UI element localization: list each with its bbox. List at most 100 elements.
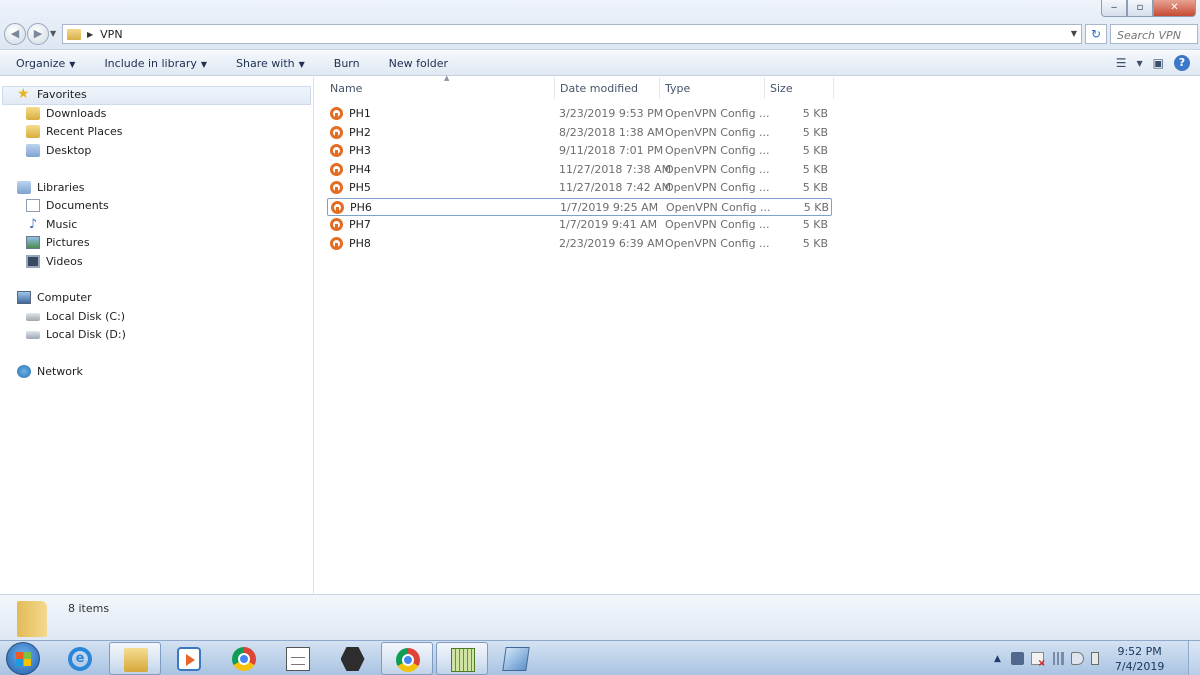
file-size: 5 KB [803, 200, 829, 214]
nav-local-disk-c[interactable]: Local Disk (C:) [26, 310, 125, 323]
address-bar[interactable]: ▶ VPN ▼ [62, 24, 1082, 44]
breadcrumb-arrow-icon[interactable]: ▶ [87, 30, 93, 39]
file-date-modified: 1/7/2019 9:25 AM [560, 200, 659, 214]
taskbar-nox-button[interactable] [327, 642, 379, 675]
folder-icon [17, 601, 47, 637]
file-row[interactable]: PH2 8/23/2018 1:38 AM OpenVPN Config ... 5 … [327, 124, 832, 142]
window-controls: ‒ ▫ ✕ [1101, 0, 1196, 17]
volume-icon[interactable] [1070, 652, 1084, 665]
taskbar-chrome-2-button[interactable] [381, 642, 433, 675]
file-row[interactable]: PH4 11/27/2018 7:38 AM OpenVPN Config ... 5… [327, 161, 832, 179]
documents-icon [26, 199, 40, 212]
nav-libraries[interactable]: Libraries [17, 181, 85, 194]
taskbar-notepad-button[interactable] [272, 642, 324, 675]
file-row[interactable]: PH8 2/23/2019 6:39 AM OpenVPN Config ... 5 … [327, 235, 832, 253]
taskbar-chrome-button[interactable] [218, 642, 270, 675]
file-type: OpenVPN Config ... [665, 107, 770, 120]
maximize-button[interactable]: ▫ [1127, 0, 1153, 17]
back-button[interactable]: ◀ [4, 23, 26, 45]
nav-favorites[interactable]: ★ Favorites [17, 87, 87, 101]
show-desktop-button[interactable] [1188, 641, 1200, 675]
back-arrow-icon: ◀ [10, 27, 20, 40]
caret-down-icon: ▼ [298, 59, 305, 69]
file-row[interactable]: PH1 3/23/2019 9:53 PM OpenVPN Config ... 5 … [327, 105, 832, 123]
sheet-app-icon [502, 647, 530, 671]
title-bar: ‒ ▫ ✕ ◀ ▶ ▼ ▶ VPN ▼ ↻ [0, 0, 1200, 50]
signal-icon[interactable] [1050, 652, 1064, 665]
taskbar-internet-explorer-button[interactable]: e [54, 642, 106, 675]
taskbar-media-player-button[interactable] [163, 642, 215, 675]
file-type: OpenVPN Config ... [665, 181, 770, 194]
file-row[interactable]: PH3 9/11/2018 7:01 PM OpenVPN Config ... 5 … [327, 142, 832, 160]
file-date-modified: 11/27/2018 7:42 AM [559, 181, 672, 194]
help-icon[interactable]: ? [1174, 55, 1190, 71]
file-row[interactable]: PH7 1/7/2019 9:41 AM OpenVPN Config ... 5 K… [327, 216, 832, 234]
nav-music[interactable]: ♪ Music [26, 218, 77, 231]
file-date-modified: 9/11/2018 7:01 PM [559, 144, 664, 157]
openvpn-config-icon [330, 218, 343, 231]
file-row[interactable]: PH6 1/7/2019 9:25 AM OpenVPN Config ... 5 K… [327, 197, 832, 216]
forward-button[interactable]: ▶ [27, 23, 49, 45]
start-button[interactable] [6, 642, 40, 675]
recent-places-icon [26, 125, 40, 138]
organize-button[interactable]: Organize ▼ [0, 57, 88, 70]
share-with-button[interactable]: Share with ▼ [220, 57, 318, 70]
column-header-name[interactable]: ▲ Name [324, 74, 555, 99]
nav-videos[interactable]: Videos [26, 255, 83, 268]
taskbar-sheet-app-button[interactable] [490, 642, 542, 675]
nav-documents[interactable]: Documents [26, 199, 109, 212]
nav-desktop[interactable]: Desktop [26, 144, 91, 157]
burn-button[interactable]: Burn [318, 57, 373, 70]
breadcrumb-vpn[interactable]: VPN [100, 28, 122, 41]
hard-disk-icon [26, 330, 40, 339]
nav-recent-places[interactable]: Recent Places [26, 125, 123, 138]
view-dropdown-icon[interactable]: ▼ [1137, 59, 1143, 68]
include-in-library-button[interactable]: Include in library ▼ [88, 57, 220, 70]
file-row[interactable]: PH5 11/27/2018 7:42 AM OpenVPN Config ... 5… [327, 179, 832, 197]
file-name: PH6 [350, 200, 372, 214]
close-button[interactable]: ✕ [1153, 0, 1196, 17]
nox-icon [340, 647, 365, 671]
hard-disk-icon [26, 312, 40, 321]
minimize-button[interactable]: ‒ [1101, 0, 1127, 17]
file-size: 5 KB [802, 236, 828, 250]
taskbar: e ▲ 9:52 PM 7/4/2019 [0, 640, 1200, 675]
videos-icon [26, 255, 40, 268]
openvpn-config-icon [330, 144, 343, 157]
taskbar-windows-explorer-button[interactable] [108, 642, 161, 675]
taskbar-grid-app-button[interactable] [435, 642, 488, 675]
network-icon [17, 365, 31, 378]
chrome-icon [396, 648, 420, 672]
command-bar: Organize ▼ Include in library ▼ Share with… [0, 51, 1200, 76]
battery-icon[interactable] [1090, 652, 1099, 665]
nav-network[interactable]: Network [17, 365, 83, 378]
tray-app-icon[interactable] [1010, 652, 1024, 665]
show-hidden-icons-icon[interactable]: ▲ [994, 654, 1001, 664]
openvpn-config-icon [330, 107, 343, 120]
column-header-size[interactable]: Size [764, 77, 834, 99]
clock[interactable]: 9:52 PM 7/4/2019 [1115, 644, 1164, 674]
view-details-icon[interactable]: ☰ [1116, 56, 1127, 70]
nav-computer[interactable]: Computer [17, 291, 92, 304]
sort-ascending-icon: ▲ [444, 74, 450, 82]
column-header-date-modified[interactable]: Date modified [554, 77, 660, 99]
file-name: PH5 [349, 181, 371, 194]
file-size: 5 KB [802, 162, 828, 176]
nav-local-disk-d[interactable]: Local Disk (D:) [26, 328, 126, 341]
refresh-button[interactable]: ↻ [1085, 24, 1107, 44]
grid-app-icon [450, 648, 475, 672]
address-dropdown-icon[interactable]: ▼ [1071, 29, 1077, 38]
item-count: 8 items [68, 602, 110, 615]
ie-icon: e [68, 647, 92, 671]
column-header-type[interactable]: Type [659, 77, 765, 99]
search-input[interactable] [1110, 24, 1198, 44]
navigation-pane: ★ Favorites Downloads Recent Places Deskt… [0, 77, 314, 594]
new-folder-button[interactable]: New folder [373, 57, 461, 70]
action-center-icon[interactable] [1030, 652, 1046, 669]
windows-logo-icon [16, 652, 31, 666]
recent-pages-dropdown-icon[interactable]: ▼ [50, 29, 56, 38]
file-type: OpenVPN Config ... [665, 236, 770, 250]
nav-downloads[interactable]: Downloads [26, 107, 106, 120]
nav-pictures[interactable]: Pictures [26, 236, 90, 249]
preview-pane-icon[interactable]: ▣ [1153, 56, 1164, 70]
